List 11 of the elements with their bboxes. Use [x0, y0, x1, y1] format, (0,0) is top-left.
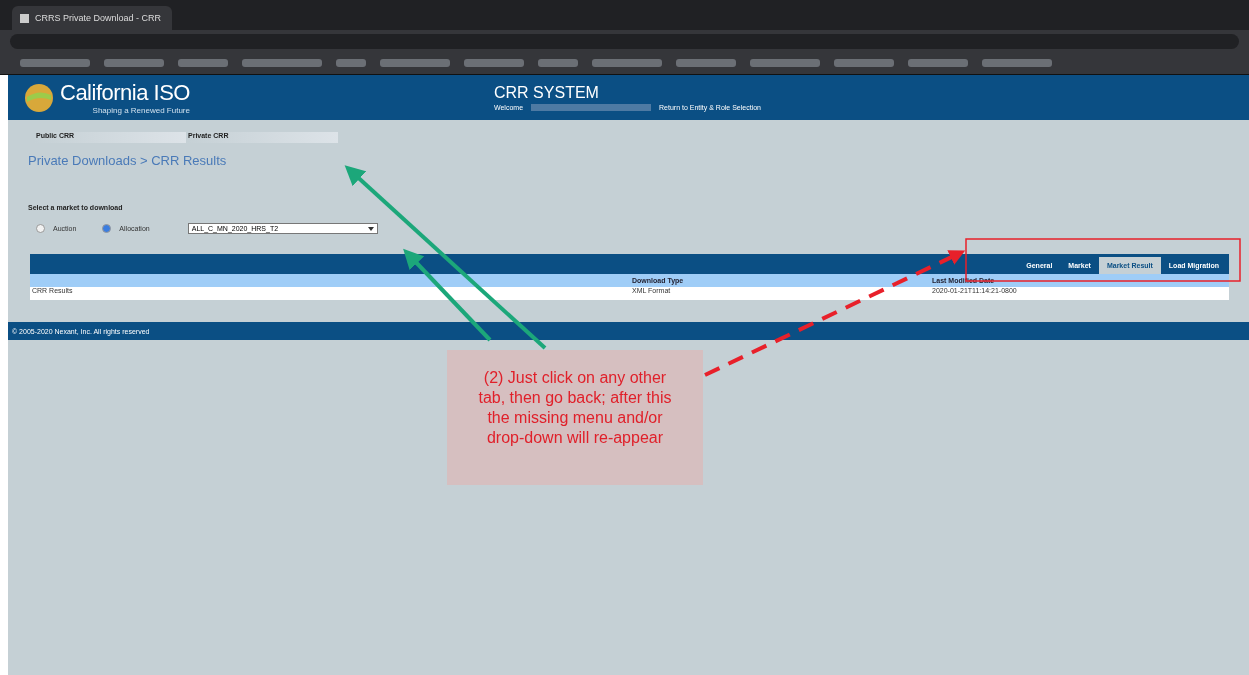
logo-text: California ISO: [60, 80, 190, 106]
annotation-note: (2) Just click on any other tab, then go back; after this the missing menu and/or drop-down will re-appear: [447, 350, 703, 485]
breadcrumb: Private Downloads > CRR Results: [28, 153, 228, 168]
logo-globe-icon: [24, 82, 54, 113]
system-title: CRR SYSTEM: [494, 84, 600, 102]
radio-button[interactable]: [36, 224, 45, 233]
page-icon: [20, 13, 29, 23]
radio-button[interactable]: [102, 224, 112, 233]
tagline: Shaping a Renewed Future: [92, 106, 190, 115]
caret-icon: [367, 226, 374, 231]
browser-tab[interactable]: CRRS Private Download - CRR: [12, 6, 172, 30]
